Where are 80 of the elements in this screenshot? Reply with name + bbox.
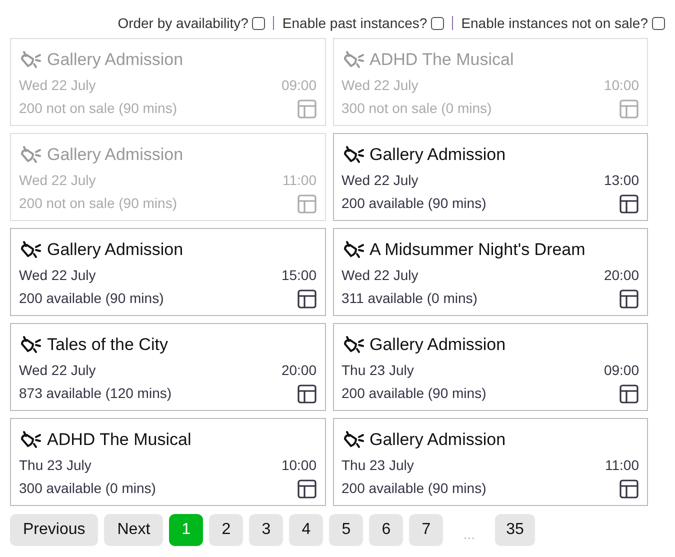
availability-text: 300 available (0 mins)	[19, 479, 156, 498]
availability-text: 200 not on sale (90 mins)	[19, 194, 177, 213]
event-title: ADHD The Musical	[370, 49, 514, 71]
event-card[interactable]: ADHD The Musical Thu 23 July 10:00 300 available (0 mins)	[10, 418, 326, 506]
page-button[interactable]: 6	[369, 514, 404, 546]
event-date: Wed 22 July	[19, 360, 96, 380]
bell-icon	[19, 144, 43, 165]
event-card[interactable]: Gallery Admission Thu 23 July 11:00 200 available (90 mins)	[332, 418, 648, 506]
bell-icon	[342, 334, 366, 355]
event-title: Tales of the City	[47, 334, 168, 356]
page-button[interactable]: 4	[289, 514, 324, 546]
event-card[interactable]: Gallery Admission Thu 23 July 09:00 200 available (90 mins)	[332, 323, 648, 411]
bell-icon	[342, 144, 366, 165]
event-date: Wed 22 July	[19, 170, 96, 190]
page-button[interactable]: 35	[495, 514, 535, 546]
event-time: 10:00	[604, 76, 639, 95]
ellipsis: ...	[462, 524, 476, 544]
event-card[interactable]: Gallery Admission Wed 22 July 15:00 200 available (90 mins)	[10, 228, 326, 316]
bell-icon	[342, 50, 366, 70]
filter-label: Order by availability?	[118, 14, 248, 33]
event-date: Thu 23 July	[342, 456, 414, 475]
event-date: Thu 23 July	[342, 360, 414, 380]
event-time: 13:00	[604, 170, 639, 190]
event-title: Gallery Admission	[47, 144, 184, 166]
table-icon[interactable]	[619, 288, 639, 308]
event-date: Wed 22 July	[19, 266, 96, 285]
availability-text: 200 available (90 mins)	[19, 289, 164, 308]
previous-button[interactable]: Previous	[10, 514, 98, 546]
event-date: Wed 22 July	[342, 266, 418, 285]
event-time: 10:00	[281, 456, 316, 475]
event-date: Wed 22 July	[19, 76, 96, 95]
page-button[interactable]: 7	[409, 514, 444, 546]
bell-icon	[19, 50, 43, 70]
event-title: ADHD The Musical	[47, 429, 192, 451]
bell-icon	[342, 430, 366, 450]
table-icon[interactable]	[296, 478, 316, 498]
event-time: 20:00	[604, 266, 639, 285]
event-time: 11:00	[282, 170, 316, 190]
availability-text: 200 not on sale (90 mins)	[19, 99, 177, 118]
event-time: 20:00	[281, 360, 316, 380]
event-title: Gallery Admission	[370, 144, 506, 166]
availability-text: 300 not on sale (0 mins)	[342, 99, 492, 118]
event-date: Thu 23 July	[19, 456, 92, 475]
event-title: Gallery Admission	[370, 334, 506, 356]
event-title: Gallery Admission	[370, 429, 506, 451]
bell-icon	[342, 240, 366, 260]
availability-text: 200 available (90 mins)	[342, 194, 486, 213]
checkbox[interactable]	[431, 16, 444, 30]
page-button[interactable]: 5	[329, 514, 364, 546]
event-title: Gallery Admission	[47, 49, 184, 71]
event-time: 11:00	[605, 456, 639, 475]
checkbox[interactable]	[652, 16, 665, 30]
table-icon[interactable]	[619, 194, 639, 214]
event-card[interactable]: A Midsummer Night's Dream Wed 22 July 20:00 311 available (0 mins)	[332, 228, 648, 316]
bell-icon	[19, 430, 43, 450]
event-card[interactable]: Gallery Admission Wed 22 July 13:00 200 available (90 mins)	[332, 133, 648, 221]
event-title: Gallery Admission	[47, 239, 184, 261]
event-date: Wed 22 July	[342, 170, 418, 190]
page-button[interactable]: 3	[249, 514, 284, 546]
table-icon[interactable]	[619, 384, 639, 404]
availability-text: 200 available (90 mins)	[342, 384, 486, 403]
availability-text: 311 available (0 mins)	[342, 289, 478, 308]
page-button[interactable]: 2	[209, 514, 244, 546]
filter-label: Enable past instances?	[282, 14, 428, 33]
event-date: Wed 22 July	[342, 76, 418, 95]
checkbox[interactable]	[252, 16, 266, 30]
event-title: A Midsummer Night's Dream	[370, 239, 586, 261]
filter-label: Enable instances not on sale?	[461, 14, 648, 32]
event-card[interactable]: Tales of the City Wed 22 July 20:00 873 available (120 mins)	[10, 323, 326, 411]
table-icon[interactable]	[296, 384, 316, 404]
bell-icon	[19, 240, 43, 260]
table-icon[interactable]	[619, 478, 639, 498]
table-icon[interactable]	[296, 288, 316, 308]
next-button[interactable]: Next	[104, 514, 164, 546]
availability-text: 200 available (90 mins)	[342, 479, 486, 498]
bell-icon	[19, 334, 43, 355]
event-time: 09:00	[604, 360, 639, 380]
event-time: 09:00	[281, 76, 316, 95]
availability-text: 873 available (120 mins)	[19, 384, 172, 403]
event-time: 15:00	[281, 266, 316, 285]
